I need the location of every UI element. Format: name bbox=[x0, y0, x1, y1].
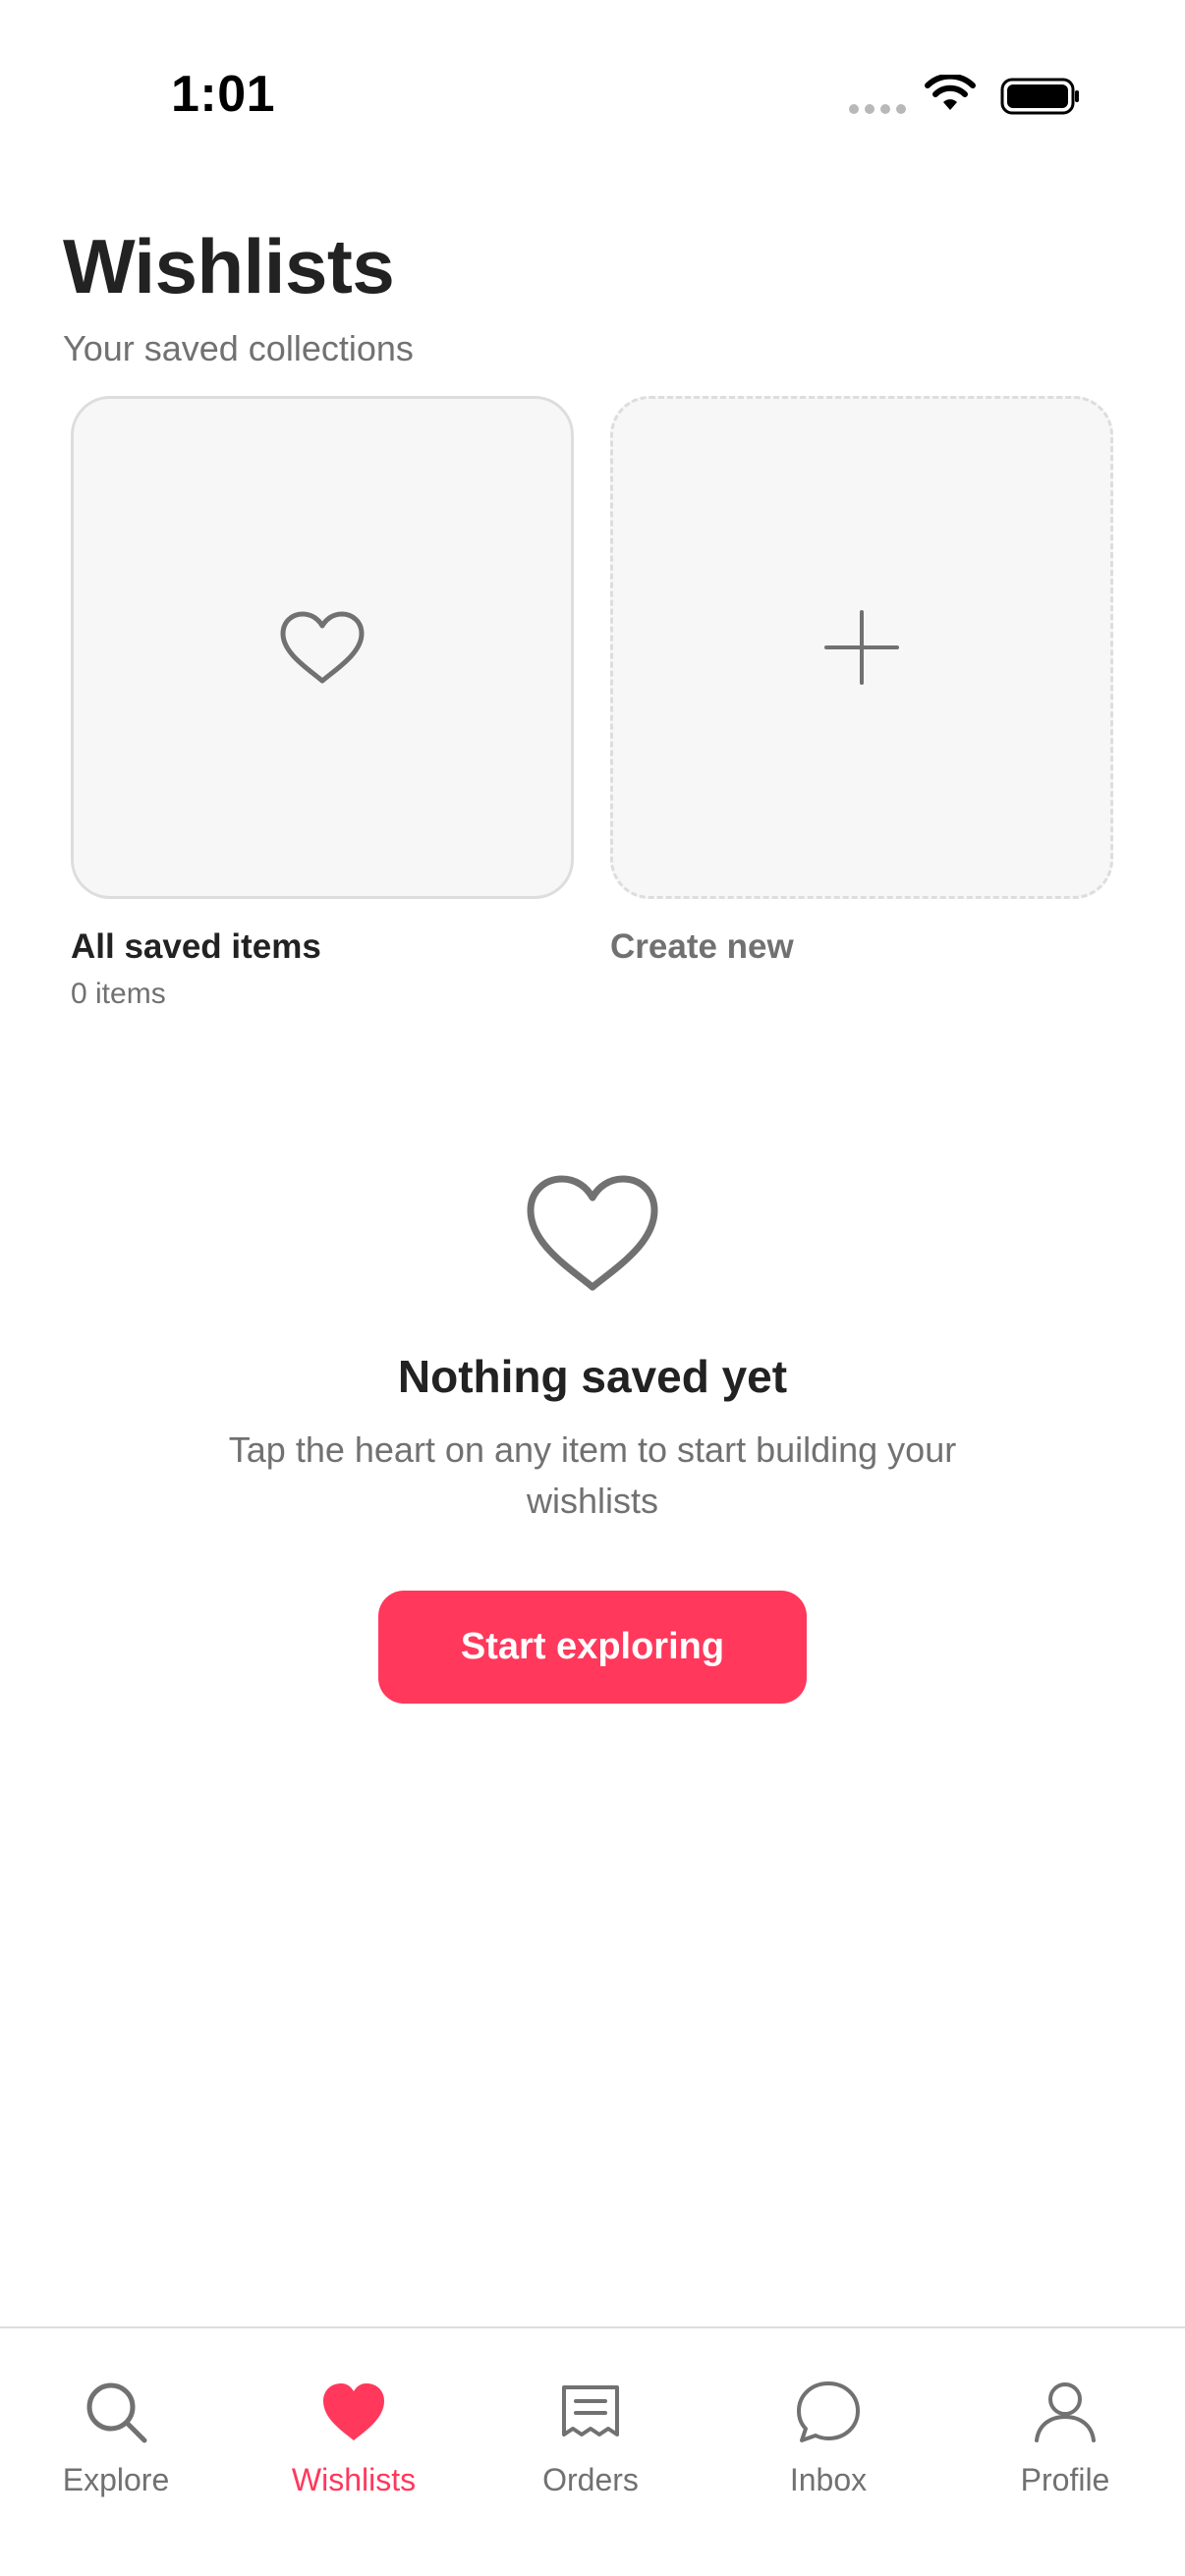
heart-filled-icon bbox=[323, 2383, 384, 2440]
status-bar: 1:01 bbox=[0, 0, 1185, 147]
all-saved-items-card[interactable] bbox=[71, 396, 574, 899]
tab-wishlists[interactable]: Wishlists bbox=[265, 2378, 442, 2498]
tab-label: Explore bbox=[62, 2462, 170, 2497]
tab-explore[interactable]: Explore bbox=[28, 2378, 204, 2498]
empty-state-title: Nothing saved yet bbox=[397, 1351, 788, 1402]
tab-inbox[interactable]: Inbox bbox=[740, 2378, 917, 2498]
all-saved-items-count: 0 items bbox=[71, 978, 166, 1010]
plus-icon bbox=[824, 610, 899, 685]
all-saved-items-label: All saved items bbox=[71, 927, 321, 966]
tab-profile[interactable]: Profile bbox=[977, 2378, 1154, 2498]
heart-outline-icon bbox=[280, 611, 365, 684]
status-time: 1:01 bbox=[171, 66, 276, 123]
battery-icon bbox=[1000, 78, 1079, 115]
chat-bubble-icon bbox=[797, 2381, 860, 2442]
search-icon bbox=[86, 2382, 147, 2443]
receipt-icon bbox=[562, 2385, 619, 2436]
page-subtitle: Your saved collections bbox=[63, 328, 414, 368]
tab-orders[interactable]: Orders bbox=[502, 2378, 679, 2498]
person-icon bbox=[1035, 2382, 1096, 2442]
cellular-signal-icon bbox=[849, 104, 906, 114]
wifi-icon bbox=[925, 75, 976, 110]
create-new-label: Create new bbox=[610, 927, 794, 966]
wishlists-screen: 1:01 Wishlists Your saved collections Al… bbox=[0, 0, 1185, 2576]
tab-label: Inbox bbox=[789, 2462, 868, 2497]
tab-label: Orders bbox=[542, 2462, 639, 2497]
tab-label: Profile bbox=[1020, 2462, 1110, 2497]
page-title: Wishlists bbox=[63, 223, 395, 309]
start-exploring-button[interactable]: Start exploring bbox=[378, 1591, 807, 1704]
tab-label: Wishlists bbox=[291, 2462, 417, 2497]
heart-outline-icon bbox=[527, 1175, 658, 1291]
create-new-wishlist-card[interactable] bbox=[610, 396, 1113, 899]
empty-state-description: Tap the heart on any item to start build… bbox=[228, 1429, 957, 1521]
bottom-tab-bar: Explore Wishlists Orders Inbox Profile bbox=[0, 2326, 1185, 2576]
